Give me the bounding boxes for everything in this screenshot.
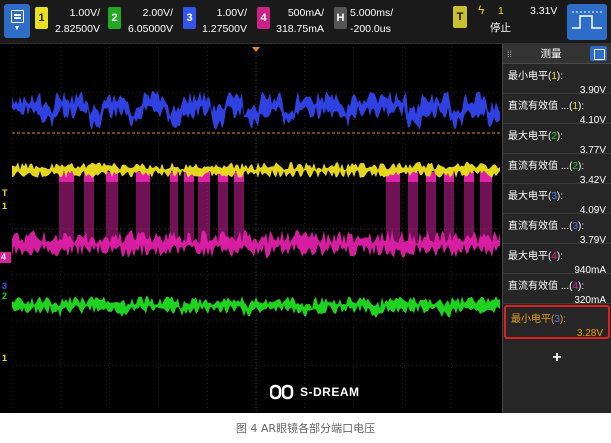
channel-4-settings[interactable]: 500mA/ 318.75mA (275, 5, 324, 37)
trigger-source: 1 (498, 5, 504, 17)
channel-2-ground-marker[interactable]: 2 (2, 292, 7, 301)
add-measurement-button[interactable]: + (503, 349, 611, 367)
menu-icon (10, 10, 24, 23)
measurement-channel: 3 (572, 221, 579, 232)
horizontal-settings[interactable]: 5.000ms/ -200.0us (350, 5, 402, 37)
measurement-name: 最大电平(2): (508, 131, 564, 142)
channel-3-offset: 1.27500V (202, 23, 247, 35)
watermark-logo: S-DREAM (269, 384, 360, 400)
channel-1-offscreen-marker[interactable]: 1 (2, 354, 7, 363)
measurement-item[interactable]: 最大电平(4): 940mA (503, 244, 611, 276)
channel-1-badge[interactable]: 1 (35, 7, 48, 29)
horizontal-delay: -200.0us (350, 23, 391, 35)
measurement-item[interactable]: 最小电平(1): 3.90V (503, 64, 611, 96)
horizontal-scale: 5.000ms/ (350, 7, 394, 19)
measurement-name: 直流有效值 ...(2): (508, 161, 585, 172)
channel-3-ground-marker[interactable]: 3 (2, 282, 7, 291)
channel-4-ground-marker[interactable]: 4 (0, 252, 11, 263)
channel-4-scale: 500mA/ (287, 7, 324, 19)
horizontal-badge[interactable]: H (334, 7, 347, 29)
measurement-name: 直流有效值 ...(3): (508, 221, 585, 232)
measurement-name: 直流有效值 ...(4): (508, 281, 585, 292)
measurement-item[interactable]: 最小电平(3): 3.28V (504, 305, 610, 339)
channel-1-settings[interactable]: 1.00V/ 2.82500V (55, 5, 100, 37)
measurement-channel: 1 (572, 101, 579, 112)
measurement-name: 最小电平(1): (508, 71, 564, 82)
measurement-name: 最小电平(3): (511, 314, 567, 325)
channel-2-settings[interactable]: 2.00V/ 6.05000V (128, 5, 173, 37)
measurement-panel-title: 测量 (540, 48, 562, 60)
measurement-channel: 3 (554, 314, 560, 325)
measurement-channel: 2 (551, 131, 557, 142)
channel-4-offset: 318.75mA (276, 23, 324, 35)
measurement-name: 最大电平(3): (508, 191, 564, 202)
channel-1-offset: 2.82500V (55, 23, 100, 35)
measurement-list: 最小电平(1): 3.90V 直流有效值 ...(1): 4.10V 最大电平(2): 3… (503, 64, 611, 339)
measurement-panel-header: ⁞⁞ 测量 (503, 44, 611, 64)
measurement-item[interactable]: 直流有效值 ...(4): 320mA (503, 274, 611, 306)
measurement-name: 最大电平(4): (508, 251, 564, 262)
channel-3-scale: 1.00V/ (216, 7, 247, 19)
trigger-mode-button[interactable] (567, 4, 607, 40)
chevron-down-icon: ▼ (13, 25, 21, 32)
top-toolbar: ▼ 1 1.00V/ 2.82500V 2 2.00V/ 6.05000V 3 … (0, 0, 611, 44)
measurement-channel: 3 (551, 191, 557, 202)
oscilloscope-screen: ▼ 1 1.00V/ 2.82500V 2 2.00V/ 6.05000V 3 … (0, 0, 611, 413)
trigger-level-marker[interactable]: T (2, 189, 8, 198)
measurement-name: 直流有效值 ...(1): (508, 101, 585, 112)
measurement-item[interactable]: 直流有效值 ...(1): 4.10V (503, 94, 611, 126)
channel-3-settings[interactable]: 1.00V/ 1.27500V (202, 5, 247, 37)
measurement-channel: 4 (572, 281, 579, 292)
measurement-channel: 1 (551, 71, 557, 82)
main-menu-button[interactable]: ▼ (4, 4, 30, 38)
measurement-item[interactable]: 最大电平(2): 3.77V (503, 124, 611, 156)
trigger-waveform-icon (572, 11, 602, 29)
panel-menu-button[interactable] (589, 46, 607, 61)
measurement-item[interactable]: 最大电平(3): 4.09V (503, 184, 611, 216)
measurement-value: 3.28V (576, 328, 603, 339)
waveform-display[interactable] (12, 47, 500, 411)
channel-3-badge[interactable]: 3 (183, 7, 196, 29)
channel-2-offset: 6.05000V (128, 23, 173, 35)
measurement-item[interactable]: 直流有效值 ...(2): 3.42V (503, 154, 611, 186)
channel-2-scale: 2.00V/ (142, 7, 173, 19)
grip-icon[interactable]: ⁞⁞ (507, 49, 512, 59)
measurement-channel: 4 (551, 251, 557, 262)
trigger-edge-icon: ϟ (478, 3, 485, 17)
channel-1-ground-marker[interactable]: 1 (2, 202, 7, 211)
logo-text: S-DREAM (300, 385, 360, 399)
measurement-panel: ⁞⁞ 测量 最小电平(1): 3.90V 直流有效值 ...(1): 4.10V 最大电… (502, 44, 611, 413)
measurement-channel: 2 (572, 161, 579, 172)
channel-1-scale: 1.00V/ (69, 7, 100, 19)
waveforms (12, 91, 500, 318)
trigger-badge[interactable]: T (453, 6, 467, 28)
channel-4-badge[interactable]: 4 (257, 7, 270, 29)
channel-2-badge[interactable]: 2 (108, 7, 121, 29)
logo-mark-icon (269, 384, 294, 400)
trigger-level: 3.31V (530, 5, 558, 17)
channel-marker-strip: T 1 4 3 2 1 (0, 44, 12, 413)
run-state[interactable]: 停止 (490, 20, 511, 37)
measurement-item[interactable]: 直流有效值 ...(3): 3.79V (503, 214, 611, 246)
figure-caption: 图 4 AR眼镜各部分端口电压 (235, 422, 376, 435)
